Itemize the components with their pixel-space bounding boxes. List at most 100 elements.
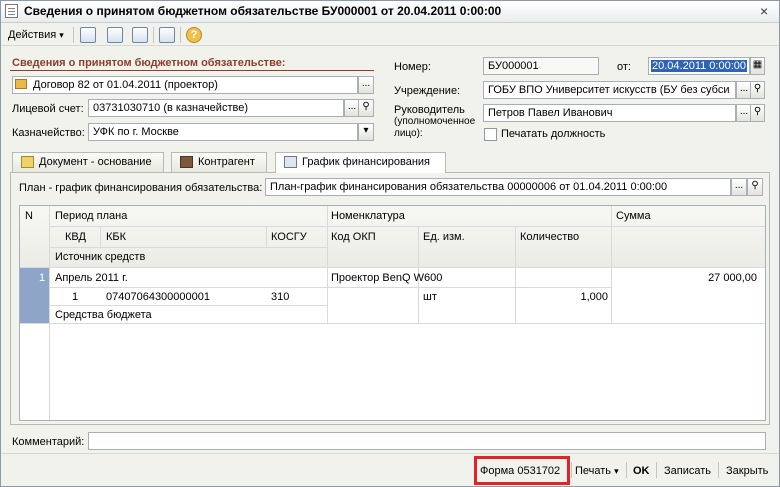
- help-icon[interactable]: ?: [186, 27, 202, 43]
- head-label-line2: (уполномоченное: [394, 116, 476, 127]
- number-field[interactable]: БУ000001: [483, 57, 599, 75]
- grid-line: [50, 247, 327, 248]
- search-icon: ⚲: [362, 101, 370, 112]
- col-period[interactable]: Период плана: [55, 210, 127, 222]
- institution-label: Учреждение:: [394, 85, 461, 97]
- col-n[interactable]: N: [25, 210, 33, 222]
- window-title: Сведения о принятом бюджетном обязательс…: [24, 4, 502, 18]
- contract-field[interactable]: Договор 82 от 01.04.2011 (проектор): [12, 76, 358, 94]
- print-position-checkbox[interactable]: [484, 128, 497, 141]
- cell-unit[interactable]: шт: [423, 291, 437, 303]
- chevron-down-icon: ▾: [363, 125, 369, 136]
- obligation-section-title: Сведения о принятом бюджетном обязательс…: [12, 57, 286, 69]
- chevron-down-icon: ▾: [614, 466, 619, 476]
- toolbar-separator: [153, 27, 154, 43]
- date-picker-button[interactable]: ▦: [750, 57, 765, 75]
- date-label: от:: [617, 61, 631, 73]
- col-okp[interactable]: Код ОКП: [331, 231, 376, 243]
- actions-menu[interactable]: Действия ▾: [8, 29, 64, 41]
- footer-separator: [626, 462, 627, 478]
- document-icon: [5, 4, 18, 18]
- calendar-icon: ▦: [752, 59, 763, 70]
- treasury-field[interactable]: УФК по г. Москве: [88, 123, 358, 141]
- grid-line: [266, 226, 267, 247]
- grid-line: [50, 226, 765, 227]
- cell-kosgu[interactable]: 310: [271, 291, 289, 303]
- grid-line: [100, 226, 101, 247]
- grid-line: [50, 287, 327, 288]
- search-icon: ⚲: [753, 83, 762, 94]
- comment-label: Комментарий:: [12, 436, 85, 448]
- close-window-button[interactable]: ×: [760, 4, 768, 18]
- number-label: Номер:: [394, 61, 431, 73]
- copy-document-icon[interactable]: [132, 27, 148, 43]
- actions-menu-label: Действия: [8, 29, 57, 41]
- post-document-icon[interactable]: [80, 27, 96, 43]
- cell-sum[interactable]: 27 000,00: [616, 272, 757, 284]
- print-menu-button[interactable]: Печать ▾: [575, 465, 619, 477]
- folder-icon: [15, 79, 27, 89]
- account-field[interactable]: 03731030710 (в казначействе): [88, 99, 344, 117]
- document-icon: [21, 156, 34, 168]
- tab-financing-schedule[interactable]: График финансирования: [275, 152, 446, 173]
- table-icon: [284, 156, 297, 168]
- schedule-label: План - график финансирования обязательст…: [19, 182, 263, 194]
- cell-source[interactable]: Средства бюджета: [55, 309, 152, 321]
- cell-kbk[interactable]: 07407064300000001: [106, 291, 210, 303]
- print-position-label: Печатать должность: [501, 128, 606, 140]
- comment-field[interactable]: [88, 432, 766, 450]
- grid-line: [50, 305, 327, 306]
- search-icon: ⚲: [753, 106, 762, 117]
- print-button-label: Печать: [575, 465, 612, 477]
- ok-button[interactable]: OK: [633, 465, 650, 477]
- footer-separator: [571, 462, 572, 478]
- col-qty[interactable]: Количество: [520, 231, 579, 243]
- treasury-label: Казначейство:: [12, 127, 85, 139]
- toolbar-separator: [180, 27, 181, 43]
- tab-counterparty[interactable]: Контрагент: [171, 152, 267, 172]
- col-sum[interactable]: Сумма: [616, 210, 651, 222]
- financing-table[interactable]: N Период плана КВД КБК КОСГУ Источник ср…: [19, 205, 766, 421]
- head-field[interactable]: Петров Павел Иванович: [483, 104, 736, 122]
- structure-icon[interactable]: [159, 27, 175, 43]
- head-open-button[interactable]: ⚲: [750, 104, 765, 122]
- institution-field[interactable]: ГОБУ ВПО Университет искусств (БУ без су…: [483, 81, 736, 99]
- grid-line: [20, 323, 765, 324]
- chevron-down-icon: ▾: [59, 30, 64, 40]
- briefcase-icon: [180, 156, 193, 168]
- schedule-field[interactable]: План-график финансирования обязательства…: [265, 178, 731, 196]
- date-field[interactable]: 20.04.2011 0:00:00: [648, 57, 750, 75]
- close-button[interactable]: Закрыть: [726, 465, 768, 477]
- grid-line: [20, 267, 765, 268]
- tab-basis-document[interactable]: Документ - основание: [12, 152, 164, 172]
- row-number: 1: [39, 272, 46, 284]
- col-kbk[interactable]: КБК: [106, 231, 126, 243]
- form-0531702-button[interactable]: Форма 0531702: [480, 465, 560, 477]
- grid-line: [515, 226, 516, 323]
- save-button[interactable]: Записать: [664, 465, 711, 477]
- refresh-icon[interactable]: [107, 27, 123, 43]
- schedule-select-button[interactable]: ...: [731, 178, 747, 196]
- col-unit[interactable]: Ед. изм.: [423, 231, 465, 243]
- head-label-line3: лицо):: [394, 128, 423, 139]
- schedule-open-button[interactable]: ⚲: [747, 178, 763, 196]
- account-open-button[interactable]: ⚲: [358, 99, 374, 117]
- cell-kvd[interactable]: 1: [72, 291, 78, 303]
- cell-qty[interactable]: 1,000: [520, 291, 608, 303]
- col-kosgu[interactable]: КОСГУ: [271, 231, 307, 243]
- cell-period[interactable]: Апрель 2011 г.: [55, 272, 128, 284]
- footer-divider: [1, 453, 779, 454]
- grid-line: [327, 287, 611, 288]
- col-source[interactable]: Источник средств: [55, 251, 145, 263]
- contract-select-button[interactable]: ...: [358, 76, 374, 94]
- treasury-dropdown-button[interactable]: ▾: [358, 123, 374, 141]
- section-title-underline: [10, 70, 374, 71]
- cell-nomenclature[interactable]: Проектор BenQ W600: [331, 272, 442, 284]
- search-icon: ⚲: [751, 180, 759, 191]
- head-label-line1: Руководитель: [394, 104, 465, 116]
- footer-separator: [656, 462, 657, 478]
- institution-open-button[interactable]: ⚲: [750, 81, 765, 99]
- grid-line: [49, 206, 50, 420]
- col-nomenclature[interactable]: Номенклатура: [331, 210, 405, 222]
- col-kvd[interactable]: КВД: [65, 231, 86, 243]
